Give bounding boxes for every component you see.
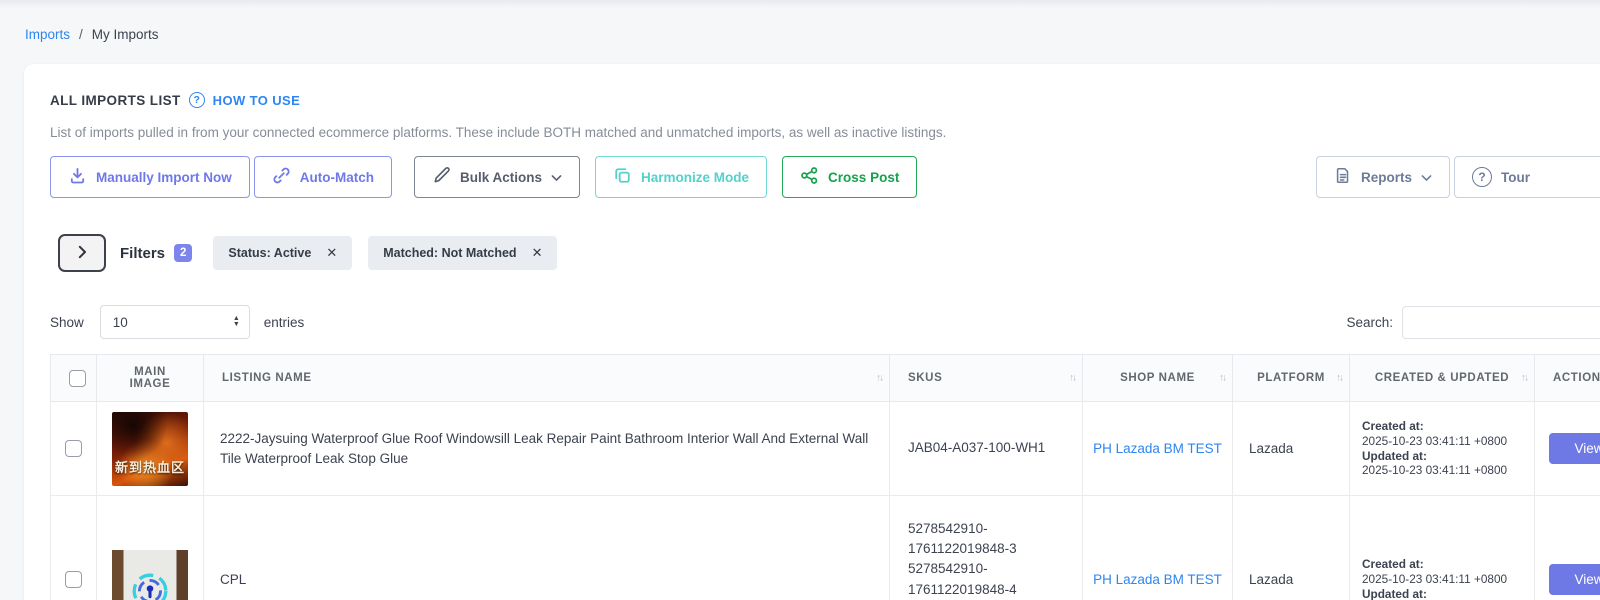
updated-label: Updated at: [1362,448,1427,463]
harmonize-mode-button[interactable]: Harmonize Mode [595,156,768,198]
sku-value: 5278542910-1761122019848-3 [908,520,1017,556]
filters-label: Filters [120,244,166,262]
sort-icon[interactable]: ↑↓ [1219,373,1227,384]
header-skus[interactable]: SKUS ↑↓ [889,354,1083,402]
manually-import-label: Manually Import Now [96,169,232,185]
table-row: CPL 5278542910-1761122019848-3 527854291… [50,495,1600,600]
platform-cell: Lazada [1232,495,1350,600]
bulk-actions-label: Bulk Actions [460,169,543,185]
document-icon [1334,166,1352,188]
chevron-right-icon [78,245,87,262]
table-row: 新到热血区 2222-Jaysuing Waterproof Glue Roof… [50,401,1600,496]
sort-icon[interactable]: ↑↓ [876,373,884,384]
reports-button[interactable]: Reports [1315,156,1450,198]
created-updated-cell: Created at: 2025-10-23 03:41:11 +0800 Up… [1349,401,1535,496]
card-title-row: ALL IMPORTS LIST ? HOW TO USE [50,92,1600,108]
header-shop-name[interactable]: SHOP NAME ↑↓ [1082,354,1233,402]
entries-label: entries [263,314,305,330]
pencil-icon [432,166,451,188]
filter-chip-matched-label: Matched: Not Matched [383,246,517,260]
row-checkbox[interactable] [65,571,82,588]
header-main-image: MAIN IMAGE [96,354,204,402]
shop-name-link[interactable]: PH Lazada BM TEST [1093,572,1222,587]
breadcrumb: Imports / My Imports [25,27,159,42]
auto-match-label: Auto-Match [299,169,375,185]
listing-name-cell: CPL [203,495,890,600]
header-actions: ACTIONS [1534,354,1600,402]
sort-icon[interactable]: ↑↓ [1336,373,1344,384]
share-icon [800,166,819,188]
download-icon [68,166,87,188]
created-label: Created at: [1362,419,1424,434]
manually-import-button[interactable]: Manually Import Now [50,156,250,198]
filters-count-badge: 2 [174,244,193,262]
header-created-updated[interactable]: CREATED & UPDATED ↑↓ [1349,354,1535,402]
cross-post-label: Cross Post [828,169,900,185]
header-listing-name[interactable]: LISTING NAME ↑↓ [203,354,890,402]
imports-table: MAIN IMAGE LISTING NAME ↑↓ SKUS ↑↓ SHOP NA… [50,354,1600,600]
shop-name-cell: PH Lazada BM TEST [1082,401,1233,496]
tour-label: Tour [1501,169,1530,185]
tour-button[interactable]: ? Tour [1454,156,1600,198]
how-to-use-link[interactable]: HOW TO USE [213,93,301,108]
toolbar: Manually Import Now Auto-Match Bulk Acti… [50,156,1600,198]
help-question-icon[interactable]: ? [188,92,205,108]
header-select-all [50,354,97,402]
show-label: Show [50,314,84,330]
filters-expand-button[interactable] [58,234,106,272]
sku-cell: 5278542910-1761122019848-3 5278542910-17… [889,495,1083,600]
auto-match-button[interactable]: Auto-Match [253,156,393,198]
bulk-actions-button[interactable]: Bulk Actions [414,156,581,198]
listing-name-cell: 2222-Jaysuing Waterproof Glue Roof Windo… [203,401,890,496]
listing-thumbnail [112,549,188,600]
harmonize-mode-label: Harmonize Mode [641,169,750,185]
created-updated-cell: Created at: 2025-10-23 03:41:11 +0800 Up… [1349,495,1535,600]
breadcrumb-current-page: My Imports [91,27,159,42]
search-input[interactable] [1402,305,1600,339]
page-size-select-wrap: 10 ▲ ▼ [99,305,250,339]
listing-thumbnail: 新到热血区 [112,411,188,486]
select-all-checkbox[interactable] [69,369,86,387]
breadcrumb-separator: / [79,27,83,42]
platform-cell: Lazada [1232,401,1350,496]
shop-name-cell: PH Lazada BM TEST [1082,495,1233,600]
copy-icon [613,166,632,188]
row-checkbox[interactable] [65,440,82,457]
sort-icon[interactable]: ↑↓ [1521,373,1529,384]
view-button[interactable]: View [1549,564,1600,595]
sku-cell: JAB04-A037-100-WH1 [889,401,1083,496]
filter-chip-status-label: Status: Active [228,246,312,260]
search-label: Search: [1346,314,1393,330]
table-header-row: MAIN IMAGE LISTING NAME ↑↓ SKUS ↑↓ SHOP NA… [50,354,1600,402]
lock-logo-icon [127,568,173,600]
shop-name-link[interactable]: PH Lazada BM TEST [1093,441,1222,456]
imports-card: ALL IMPORTS LIST ? HOW TO USE List of im… [24,64,1600,600]
filters-row: Filters 2 Status: Active ✕ Matched: Not … [50,234,1600,272]
created-label: Created at: [1362,557,1424,572]
cross-post-button[interactable]: Cross Post [782,156,918,198]
link-icon [272,166,291,188]
breadcrumb-imports-link[interactable]: Imports [25,27,70,42]
created-value: 2025-10-23 03:41:11 +0800 [1362,572,1508,587]
updated-label: Updated at: [1362,586,1427,600]
thumbnail-caption: 新到热血区 [114,459,185,475]
filter-chip-matched[interactable]: Matched: Not Matched ✕ [368,236,558,270]
chevron-down-icon [551,170,562,185]
view-button[interactable]: View [1549,433,1600,464]
close-icon[interactable]: ✕ [532,245,543,261]
header-platform[interactable]: PLATFORM ↑↓ [1232,354,1350,402]
page-description: List of imports pulled in from your conn… [50,125,947,140]
list-controls-row: Show 10 ▲ ▼ entries Search: [50,305,1600,339]
filter-chip-status[interactable]: Status: Active ✕ [213,236,353,270]
page-size-select[interactable]: 10 [100,306,249,338]
updated-value: 2025-10-23 03:41:11 +0800 [1362,463,1508,478]
reports-label: Reports [1360,169,1412,185]
close-icon[interactable]: ✕ [326,245,337,261]
sku-value: 5278542910-1761122019848-4 [908,561,1017,597]
chevron-down-icon [1421,170,1432,185]
created-value: 2025-10-23 03:41:11 +0800 [1362,433,1508,448]
page-title: ALL IMPORTS LIST [50,92,181,108]
question-icon: ? [1472,167,1492,187]
sort-icon[interactable]: ↑↓ [1069,373,1077,384]
